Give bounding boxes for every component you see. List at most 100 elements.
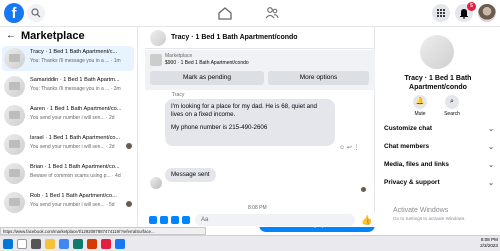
mute-label: Mute [414, 111, 426, 117]
conversation-name: Tracy · 1 Bed 1 Bath Apartment/c... [30, 49, 118, 55]
conversation-name: Brian · 1 Bed 1 Bath Apartment/co... [30, 164, 120, 170]
marketplace-sidebar: ← Marketplace Tracy · 1 Bed 1 Bath Apart… [0, 27, 138, 227]
listing-thumbnail [4, 134, 25, 155]
listing-thumbnail [4, 105, 25, 126]
office-icon[interactable] [87, 239, 97, 249]
customize-chat-item[interactable]: Customize chat ⌄ [384, 125, 494, 133]
conversation-item[interactable]: Rob · 1 Bed 1 Bath Apartment/co... You s… [2, 190, 134, 215]
facebook-logo[interactable]: f [4, 3, 24, 23]
listing-price[interactable]: $900 · 1 Bed 1 Bath Apartment/condo [165, 60, 249, 66]
conversation-preview: Beware of common scams using p... · 4d [30, 173, 121, 179]
item-label: Media, files and links [384, 161, 450, 168]
privacy-support-item[interactable]: Privacy & support ⌄ [384, 179, 494, 187]
message-sent-bubble: Message sent [165, 168, 216, 182]
back-arrow-icon[interactable]: ← [6, 30, 16, 41]
file-explorer-icon[interactable] [45, 239, 55, 249]
details-avatar[interactable] [420, 35, 454, 69]
app-icon[interactable] [101, 239, 111, 249]
notification-badge: 5 [467, 2, 476, 11]
media-files-item[interactable]: Media, files and links ⌄ [384, 161, 494, 169]
seen-avatar [126, 143, 132, 149]
conversation-preview: You send your number i will sen... · 2d [30, 115, 115, 121]
chevron-down-icon: ⌄ [488, 162, 494, 169]
app-icon[interactable] [115, 239, 125, 249]
conversation-item[interactable]: Aaren · 1 Bed 1 Bath Apartment/co... You… [2, 103, 134, 128]
app-window: f 5 ← Marketplace Tracy · 1 Bed 1 Bath A… [0, 0, 500, 251]
search-taskbar-icon[interactable] [17, 239, 27, 249]
nav-friends[interactable] [263, 5, 281, 21]
chevron-down-icon: ⌄ [488, 126, 494, 133]
mute-action[interactable]: 🔔 Mute [405, 95, 435, 117]
listing-label: Marketplace [165, 53, 193, 59]
react-icon[interactable]: ☺ [339, 145, 345, 151]
image-icon[interactable] [160, 216, 168, 224]
status-url-bar: https://www.facebook.com/marketplace/t/1… [0, 227, 206, 235]
sidebar-title: Marketplace [21, 30, 85, 42]
mark-pending-button[interactable]: Mark as pending [150, 71, 264, 85]
conversation-item[interactable]: Israel · 1 Bed 1 Bath Apartment/co... Yo… [2, 132, 134, 157]
listing-thumbnail [4, 76, 25, 97]
conversation-preview: You send your number i will sen... · 5d [30, 202, 115, 208]
taskbar-clock[interactable]: 8:08 PM 2/3/2023 [478, 237, 498, 249]
start-icon[interactable] [3, 239, 13, 249]
chrome-icon[interactable] [59, 239, 69, 249]
chat-header: Tracy · 1 Bed 1 Bath Apartment/condo [145, 27, 375, 49]
seen-avatar [126, 201, 132, 207]
thumbs-up-icon[interactable]: 👍 [361, 215, 372, 226]
conversation-item[interactable]: Tracy · 1 Bed 1 Bath Apartment/c... You:… [2, 46, 134, 71]
conversation-item[interactable]: Brian · 1 Bed 1 Bath Apartment/co... Bew… [2, 161, 134, 186]
item-label: Privacy & support [384, 179, 440, 186]
message-text: I'm looking for a place for my dad. He i… [171, 103, 317, 118]
sender-avatar [150, 177, 162, 189]
edge-icon[interactable] [73, 239, 83, 249]
search-icon: ⌕ [445, 95, 459, 109]
read-receipt-avatar [361, 187, 366, 192]
conversation-name: Rob · 1 Bed 1 Bath Apartment/co... [30, 193, 117, 199]
conversation-name: Samariddin · 1 Bed 1 Bath Apartm... [30, 77, 120, 83]
more-options-button[interactable]: More options [268, 71, 369, 85]
chat-panel: Tracy · 1 Bed 1 Bath Apartment/condo Mar… [145, 27, 375, 239]
windows-taskbar: 8:08 PM 2/3/2023 [0, 235, 500, 251]
chevron-down-icon: ⌄ [488, 180, 494, 187]
gif-icon[interactable] [182, 216, 190, 224]
listing-thumbnail [4, 192, 25, 213]
listing-thumbnail [4, 48, 25, 69]
conversation-item[interactable]: Samariddin · 1 Bed 1 Bath Apartm... You:… [2, 74, 134, 99]
search-action[interactable]: ⌕ Search [437, 95, 467, 117]
search-icon [31, 8, 41, 18]
conversation-preview: You: Thanks i'll message you in a ... · … [30, 58, 121, 64]
plus-icon[interactable] [149, 216, 157, 224]
message-input[interactable]: Aa [195, 214, 355, 226]
conversation-name: Israel · 1 Bed 1 Bath Apartment/co... [30, 135, 121, 141]
profile-avatar[interactable] [478, 4, 496, 22]
sticker-icon[interactable] [171, 216, 179, 224]
windows-activation-watermark: Activate Windows [393, 207, 449, 214]
details-title: Tracy · 1 Bed 1 Bath Apartment/condo [404, 75, 472, 91]
conversation-name: Aaren · 1 Bed 1 Bath Apartment/co... [30, 106, 122, 112]
details-panel: Tracy · 1 Bed 1 Bath Apartment/condo 🔔 M… [376, 27, 500, 227]
message-composer: Aa 👍 [145, 213, 375, 227]
grid-menu-icon [437, 9, 445, 17]
reply-icon[interactable]: ↩ [347, 145, 352, 151]
clock-date: 2/3/2023 [480, 243, 498, 248]
menu-button[interactable] [432, 4, 450, 22]
conversation-preview: You send your number i will sen... · 2d [30, 144, 115, 150]
windows-activation-subtext: Go to Settings to activate Windows. [393, 216, 466, 221]
task-view-icon[interactable] [31, 239, 41, 249]
message-actions: ☺ ↩ ⋮ [339, 144, 360, 151]
incoming-message-bubble: I'm looking for a place for my dad. He i… [165, 99, 335, 146]
chat-avatar[interactable] [150, 30, 166, 46]
search-button[interactable] [27, 4, 45, 22]
chat-members-item[interactable]: Chat members ⌄ [384, 143, 494, 151]
more-icon[interactable]: ⋮ [354, 145, 360, 151]
listing-thumbnail[interactable] [150, 54, 162, 66]
nav-home[interactable] [216, 5, 234, 21]
conversation-preview: You: Thanks i'll message you in a ... · … [30, 86, 121, 92]
friends-icon [265, 7, 279, 19]
item-label: Chat members [384, 143, 430, 150]
message-text: My phone number is 215-490-2606 [171, 124, 268, 131]
message-timestamp: 8:08 PM [248, 205, 267, 211]
chevron-down-icon: ⌄ [488, 144, 494, 151]
bell-icon: 🔔 [413, 95, 427, 109]
chat-title[interactable]: Tracy · 1 Bed 1 Bath Apartment/condo [171, 34, 298, 41]
